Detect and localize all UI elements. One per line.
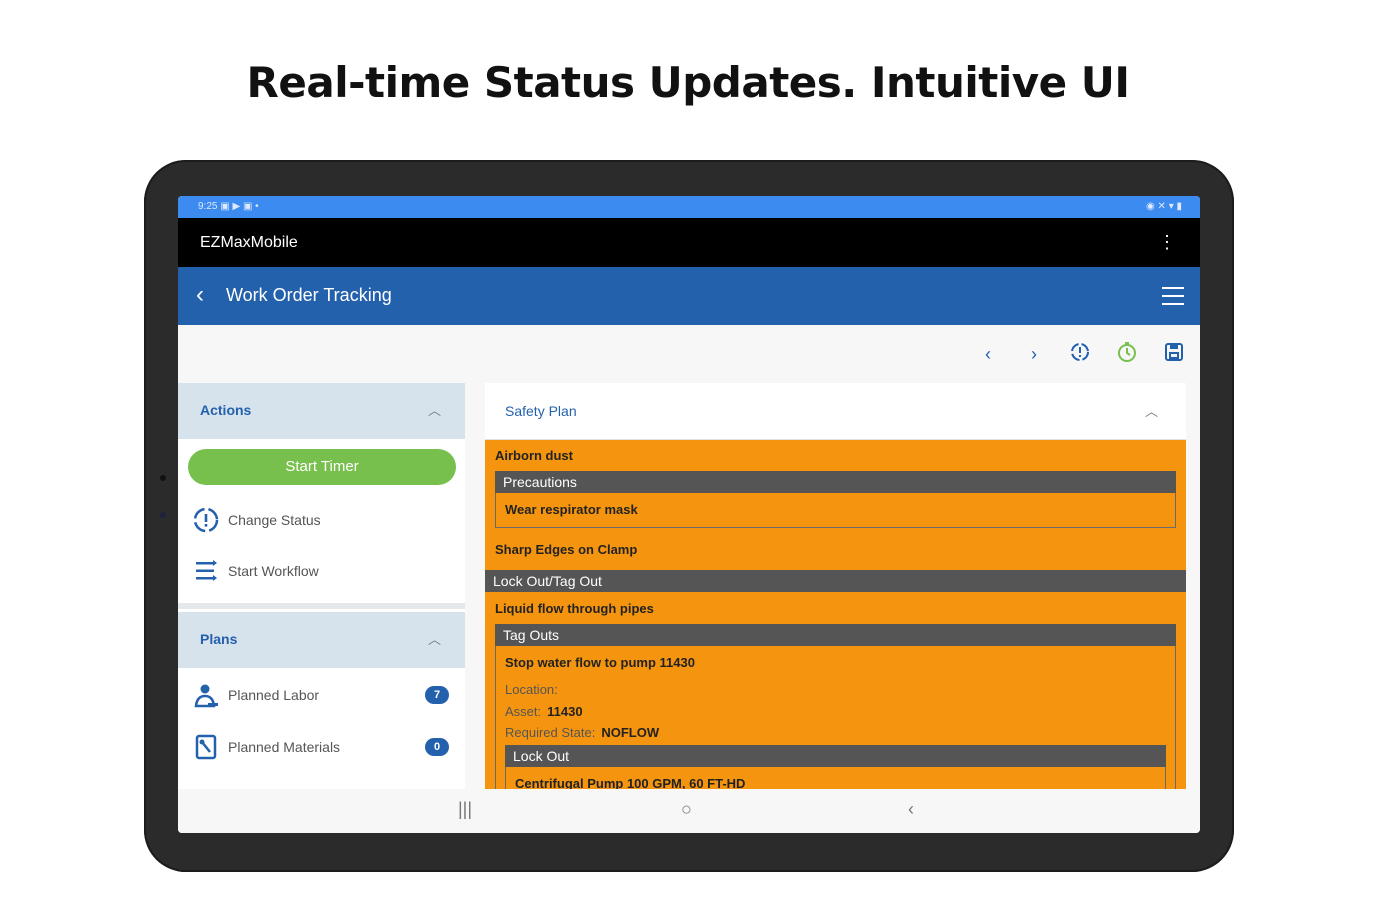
tag-outs-bar: Tag Outs bbox=[495, 624, 1176, 646]
hazard-name: Liquid flow through pipes bbox=[495, 601, 654, 616]
android-status-bar: 9:25 ▣ ▶ ▣ • ◉ ✕ ▾ ▮ bbox=[178, 196, 1200, 218]
sensor-dot bbox=[160, 512, 166, 518]
action-label: Change Status bbox=[228, 512, 321, 528]
safety-plan-content: Airborn dust Precautions Wear respirator… bbox=[485, 440, 1186, 833]
actions-title: Actions bbox=[200, 402, 252, 418]
headline: Real-time Status Updates. Intuitive UI bbox=[246, 58, 1130, 107]
overflow-menu-icon[interactable]: ⋮ bbox=[1158, 218, 1176, 267]
status-time: 9:25 bbox=[198, 201, 218, 212]
record-toolbar: ‹ › bbox=[178, 325, 1200, 381]
actions-header[interactable]: Actions ︿ bbox=[178, 383, 465, 439]
tablet-frame: 9:25 ▣ ▶ ▣ • ◉ ✕ ▾ ▮ EZMaxMobile ⋮ ‹ Wor… bbox=[144, 160, 1234, 872]
collapse-chevron-icon[interactable]: ︿ bbox=[428, 400, 441, 419]
plan-label: Planned Labor bbox=[228, 687, 320, 703]
count-badge: 7 bbox=[425, 686, 449, 704]
required-state-value: NOFLOW bbox=[601, 725, 660, 740]
plans-title: Plans bbox=[200, 631, 238, 647]
timer-icon[interactable] bbox=[1114, 341, 1140, 367]
camera-dot bbox=[160, 475, 166, 481]
materials-icon bbox=[192, 733, 220, 761]
precautions-box: Wear respirator mask bbox=[495, 493, 1176, 528]
precaution-item: Wear respirator mask bbox=[505, 502, 638, 517]
collapse-chevron-icon[interactable]: ︿ bbox=[1145, 401, 1158, 420]
hazard-name: Airborn dust bbox=[495, 448, 573, 463]
back-chevron-icon[interactable]: ‹ bbox=[196, 283, 204, 307]
left-panel: Actions ︿ Start Timer Change Status Star… bbox=[178, 383, 465, 833]
change-status-icon bbox=[192, 506, 220, 534]
system-icons: ◉ ✕ ▾ ▮ bbox=[1146, 201, 1182, 212]
precautions-bar: Precautions bbox=[495, 471, 1176, 493]
asset-label: Asset: bbox=[505, 704, 542, 719]
chevron-left-icon[interactable]: ‹ bbox=[975, 341, 1001, 367]
app-bar: EZMaxMobile ⋮ bbox=[178, 218, 1200, 267]
count-badge: 0 bbox=[425, 738, 449, 756]
start-timer-button[interactable]: Start Timer bbox=[188, 449, 456, 485]
safety-plan-panel: Safety Plan ︿ Airborn dust Precautions W… bbox=[485, 383, 1186, 833]
action-change-status[interactable]: Change Status bbox=[178, 500, 465, 540]
location-label: Location: bbox=[505, 682, 558, 697]
plan-label: Planned Materials bbox=[228, 739, 341, 755]
plan-planned-labor[interactable]: Planned Labor 7 bbox=[178, 675, 465, 715]
workflow-icon bbox=[192, 557, 220, 585]
safety-plan-header[interactable]: Safety Plan ︿ bbox=[485, 383, 1186, 440]
notification-icons: ▣ ▶ ▣ • bbox=[220, 201, 259, 212]
worker-icon bbox=[192, 681, 220, 709]
asset-row: Asset: 11430 bbox=[505, 704, 583, 719]
safety-plan-title: Safety Plan bbox=[505, 403, 577, 419]
required-state-row: Required State: NOFLOW bbox=[505, 725, 659, 740]
asset-value: 11430 bbox=[547, 704, 583, 719]
android-nav-bar: ||| ○ ‹ bbox=[178, 789, 1200, 833]
tagout-item: Stop water flow to pump 11430 bbox=[505, 655, 695, 670]
save-icon[interactable] bbox=[1161, 341, 1187, 367]
hazard-name: Sharp Edges on Clamp bbox=[495, 542, 638, 557]
plans-header[interactable]: Plans ︿ bbox=[178, 612, 465, 668]
required-state-label: Required State: bbox=[505, 725, 596, 740]
page-title: Work Order Tracking bbox=[226, 285, 392, 305]
chevron-right-icon[interactable]: › bbox=[1021, 341, 1047, 367]
action-label: Start Workflow bbox=[228, 563, 319, 579]
collapse-chevron-icon[interactable]: ︿ bbox=[428, 629, 441, 648]
home-icon[interactable]: ○ bbox=[681, 799, 692, 820]
hamburger-menu-icon[interactable] bbox=[1162, 287, 1184, 311]
section-divider bbox=[178, 603, 465, 609]
app-title: EZMaxMobile bbox=[200, 234, 298, 251]
action-start-workflow[interactable]: Start Workflow bbox=[178, 551, 465, 591]
lockout-tagout-bar: Lock Out/Tag Out bbox=[485, 570, 1186, 592]
tablet-screen: 9:25 ▣ ▶ ▣ • ◉ ✕ ▾ ▮ EZMaxMobile ⋮ ‹ Wor… bbox=[178, 196, 1200, 833]
system-back-icon[interactable]: ‹ bbox=[908, 799, 914, 820]
recent-apps-icon[interactable]: ||| bbox=[458, 799, 472, 820]
lock-out-bar: Lock Out bbox=[505, 745, 1166, 767]
nav-bar: ‹ Work Order Tracking bbox=[178, 267, 1200, 325]
change-status-icon[interactable] bbox=[1067, 341, 1093, 367]
plan-planned-materials[interactable]: Planned Materials 0 bbox=[178, 727, 465, 767]
